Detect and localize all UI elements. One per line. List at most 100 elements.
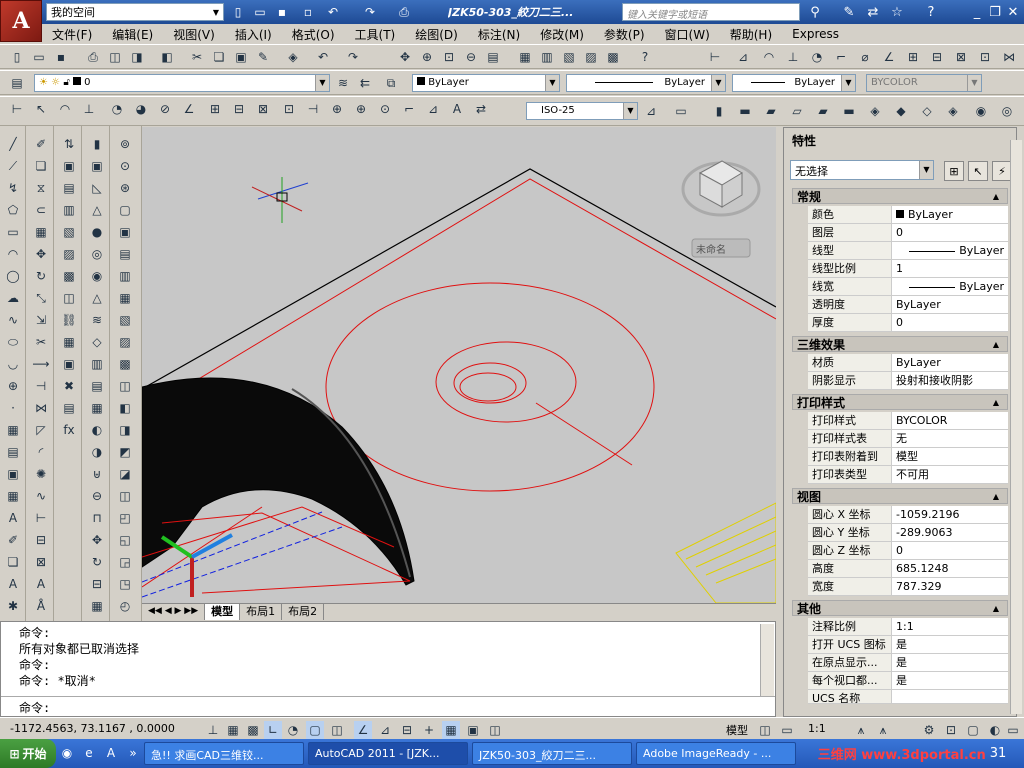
copy-object-icon[interactable]: ❏: [31, 156, 51, 176]
toggle-pickadd-icon[interactable]: ⊞: [944, 161, 964, 181]
slice-icon[interactable]: ◱: [115, 530, 135, 550]
torus-icon[interactable]: ▬: [840, 102, 858, 120]
explode-icon[interactable]: ✺: [31, 464, 51, 484]
quicklaunch-ie-icon[interactable]: e: [80, 744, 98, 762]
open-icon[interactable]: ▭: [30, 48, 48, 66]
prop-row[interactable]: 圆心 Y 坐标 -289.9063: [808, 524, 1008, 542]
tab-layout1[interactable]: 布局1: [240, 604, 283, 620]
prop-row[interactable]: 厚度 0: [808, 314, 1008, 332]
eraser-icon[interactable]: ✐: [31, 134, 51, 154]
linetype-dropdown[interactable]: ByLayer ▼: [566, 74, 726, 92]
wedge-icon[interactable]: ▬: [736, 102, 754, 120]
dim-style-icon[interactable]: ⊿: [642, 102, 660, 120]
undo-icon[interactable]: ↶: [324, 3, 342, 21]
help-icon[interactable]: ?: [636, 48, 654, 66]
exchange-icon[interactable]: ⇄: [864, 3, 882, 21]
gradient-icon[interactable]: ▤: [3, 442, 23, 462]
section-plot-style[interactable]: 打印样式 ▲: [792, 394, 1008, 410]
jogged-linear-icon[interactable]: ⌐: [400, 100, 418, 118]
menu-format[interactable]: 格式(O): [282, 26, 345, 43]
prop-row[interactable]: 图层 0: [808, 224, 1008, 242]
box-solid-icon[interactable]: ▣: [87, 156, 107, 176]
break-icon[interactable]: ⊣: [31, 376, 51, 396]
3d-print-icon[interactable]: ◧: [158, 48, 176, 66]
print-icon[interactable]: ⎙: [395, 3, 413, 21]
taskbar-item-rar[interactable]: JZK50-303_絞刀二三...: [472, 742, 632, 765]
application-menu-button[interactable]: A: [0, 0, 42, 42]
search-input[interactable]: 键入关键字或短语: [622, 3, 800, 21]
wedge-solid-icon[interactable]: ◺: [87, 178, 107, 198]
copy-icon[interactable]: ❏: [210, 48, 228, 66]
check-icon[interactable]: ◰: [115, 508, 135, 528]
dim-arc-icon[interactable]: ◠: [56, 100, 74, 118]
taskbar-item-autocad[interactable]: AutoCAD 2011 - [JZK...: [308, 742, 468, 765]
ellipse-icon[interactable]: ⬭: [3, 332, 23, 352]
dim-radius-icon[interactable]: ◔: [108, 100, 126, 118]
calculator-icon[interactable]: ▩: [604, 48, 622, 66]
dim-baseline-icon[interactable]: ⊟: [928, 48, 946, 66]
collapse-icon[interactable]: ▲: [993, 337, 999, 353]
purge-icon[interactable]: ▤: [59, 398, 79, 418]
prop-row[interactable]: 颜色 ByLayer: [808, 206, 1008, 224]
close-icon[interactable]: ✕: [1004, 3, 1022, 21]
move-icon[interactable]: ✥: [31, 244, 51, 264]
rectangle-icon[interactable]: ▭: [3, 222, 23, 242]
annotation-visibility-icon[interactable]: ⩚: [852, 721, 870, 739]
center-mark-icon[interactable]: ⊕: [352, 100, 370, 118]
workspace-switch-icon[interactable]: ⚙: [920, 721, 938, 739]
dim-angular-icon[interactable]: ∠: [880, 48, 898, 66]
mirror-icon[interactable]: ⧖: [31, 178, 51, 198]
dim-space-icon[interactable]: ⊡: [976, 48, 994, 66]
model-space-label[interactable]: 模型: [726, 722, 748, 738]
quick-view-layouts-icon[interactable]: ◫: [756, 721, 774, 739]
stretch-icon[interactable]: ⇲: [31, 310, 51, 330]
menu-express[interactable]: Express: [782, 27, 849, 41]
scale-icon[interactable]: ⤡: [31, 288, 51, 308]
box-icon[interactable]: ▭: [672, 102, 690, 120]
formula-icon[interactable]: fx: [59, 420, 79, 440]
menu-view[interactable]: 视图(V): [163, 26, 225, 43]
osnap-icon[interactable]: ▢: [306, 721, 324, 739]
array-icon[interactable]: ▦: [31, 222, 51, 242]
star-icon[interactable]: ☆: [888, 3, 906, 21]
spline-icon[interactable]: ∿: [3, 310, 23, 330]
color-edge-icon[interactable]: ◧: [115, 398, 135, 418]
sweep-icon[interactable]: ▦: [87, 398, 107, 418]
pan-icon[interactable]: ✥: [396, 48, 414, 66]
blend-icon[interactable]: ∿: [31, 486, 51, 506]
multileader-icon[interactable]: ✱: [3, 596, 23, 616]
taskbar-item-imageready[interactable]: Adobe ImageReady - ...: [636, 742, 796, 765]
prop-row[interactable]: 圆心 Z 坐标 0: [808, 542, 1008, 560]
collapse-icon[interactable]: ▲: [993, 601, 999, 617]
cylinder-solid-icon[interactable]: ◎: [87, 244, 107, 264]
visual-style-icon[interactable]: ◈: [866, 102, 884, 120]
start-button[interactable]: ⊞ 开始: [0, 739, 56, 768]
insert-block-icon[interactable]: ⊕: [3, 376, 23, 396]
select-objects-icon[interactable]: ↖: [968, 161, 988, 181]
undo-icon[interactable]: ↶: [314, 48, 332, 66]
prop-row[interactable]: 每个视口都... 是: [808, 672, 1008, 690]
new-icon[interactable]: ▯: [8, 48, 26, 66]
presspull-icon[interactable]: ▤: [87, 376, 107, 396]
dim-diameter-icon[interactable]: ⊘: [156, 100, 174, 118]
infer-constraints-icon[interactable]: ⊥: [204, 721, 222, 739]
transparency-icon[interactable]: ▦: [442, 721, 460, 739]
save-as-icon[interactable]: ▫: [299, 3, 317, 21]
planar-surface-icon[interactable]: ◇: [87, 332, 107, 352]
sphere-icon[interactable]: ▱: [788, 102, 806, 120]
extrude-face-icon[interactable]: ▢: [115, 200, 135, 220]
dimstyle-dropdown[interactable]: ISO-25 ▼: [526, 102, 638, 120]
layer-previous-icon[interactable]: ≋: [334, 74, 352, 92]
markup-icon[interactable]: ▨: [582, 48, 600, 66]
circle-icon[interactable]: ◯: [3, 266, 23, 286]
prop-row[interactable]: 注释比例 1:1: [808, 618, 1008, 636]
paste-icon[interactable]: ▣: [232, 48, 250, 66]
dim-aligned-icon[interactable]: ↖: [32, 100, 50, 118]
3d-osnap-icon[interactable]: ◫: [328, 721, 346, 739]
dim-edit-icon[interactable]: ⊿: [424, 100, 442, 118]
quick-dim-icon[interactable]: ⊞: [904, 48, 922, 66]
auto-scale-icon[interactable]: ⩚: [874, 721, 892, 739]
color-dropdown[interactable]: ByLayer ▼: [412, 74, 560, 92]
image-icon[interactable]: ▩: [59, 266, 79, 286]
offset-icon[interactable]: ⊂: [31, 200, 51, 220]
